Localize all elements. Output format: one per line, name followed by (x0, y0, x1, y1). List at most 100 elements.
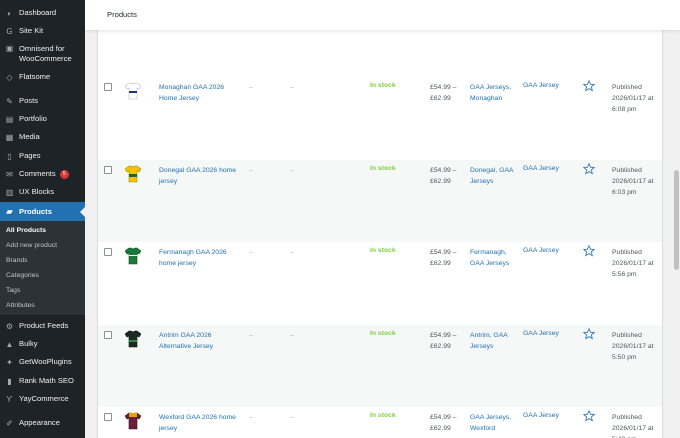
plugins-icon: ✦ (6, 357, 13, 367)
page-header: Products (85, 0, 680, 30)
sidebar-item-label: GetWooPlugins (19, 357, 72, 366)
sidebar-item-products[interactable]: ▰ Products (0, 202, 85, 221)
products-table: Monaghan GAA 2026 Home Jersey – – In sto… (97, 30, 663, 438)
price-cell: £54.99 – £62.99 (430, 249, 457, 267)
table-row: Antrim GAA 2026 Alternative Jersey – – I… (98, 325, 662, 407)
sidebar-item-flatsome[interactable]: ◇ Flatsome (0, 72, 85, 82)
table-row: Donegal GAA 2026 home jersey – – In stoc… (98, 160, 662, 242)
sidebar-item-label: Portfolio (19, 114, 47, 123)
stock-status: In stock (370, 247, 396, 254)
featured-star-icon[interactable] (583, 163, 595, 175)
sidebar-item-media[interactable]: ▦ Media (0, 132, 85, 142)
published-date: Published 2026/01/17 at 5:42 pm (612, 414, 654, 438)
sidebar-item-ux-blocks[interactable]: ▥ UX Blocks (0, 187, 85, 197)
submenu-categories[interactable]: Categories (6, 272, 39, 279)
price-cell: £54.99 – £62.99 (430, 84, 457, 102)
jersey-thumbnail-icon[interactable] (125, 412, 141, 430)
published-date: Published 2026/01/17 at 5:56 pm (612, 249, 654, 278)
row-checkbox[interactable] (104, 248, 112, 256)
categories-links[interactable]: GAA Jerseys, Monaghan (470, 82, 518, 104)
product-name-link[interactable]: Monaghan GAA 2026 Home Jersey (159, 82, 239, 104)
table-row: Wexford GAA 2026 home jersey – – In stoc… (98, 407, 662, 438)
sidebar-item-comments[interactable]: ✉ Comments 5 (0, 169, 85, 179)
categories-links[interactable]: Fermanagh, GAA Jerseys (470, 247, 518, 269)
page-scrollbar[interactable] (673, 30, 680, 438)
scrollbar-thumb[interactable] (674, 170, 679, 270)
submenu-attributes[interactable]: Attributes (6, 302, 35, 309)
categories-links[interactable]: Donegal, GAA Jerseys (470, 165, 518, 187)
yay-icon: ϒ (6, 394, 13, 404)
tags-link[interactable]: GAA Jersey (523, 247, 559, 254)
sku-cell: – (249, 84, 253, 91)
published-date: Published 2026/01/17 at 6:08 pm (612, 84, 654, 113)
featured-star-icon[interactable] (583, 80, 595, 92)
sidebar-item-appearance[interactable]: ✐ Appearance (0, 418, 85, 428)
sidebar-item-pages[interactable]: ▯ Pages (0, 151, 85, 161)
sidebar-item-rank-math[interactable]: ▮ Rank Math SEO (0, 376, 85, 386)
sidebar-item-label: UX Blocks (19, 187, 55, 196)
sidebar-item-posts[interactable]: ✎ Posts (0, 96, 85, 106)
sidebar-item-yaycommerce[interactable]: ϒ YayCommerce (0, 394, 85, 404)
table-row: Fermanagh GAA 2026 home jersey – – In st… (98, 242, 662, 325)
row-checkbox[interactable] (104, 413, 112, 421)
sidebar-item-getwooplugins[interactable]: ✦ GetWooPlugins (0, 357, 85, 367)
product-name-link[interactable]: Fermanagh GAA 2026 home jersey (159, 247, 239, 269)
submenu-tags[interactable]: Tags (6, 287, 20, 294)
product-name-link[interactable]: Donegal GAA 2026 home jersey (159, 165, 239, 187)
sidebar-item-omnisend[interactable]: ▣ Omnisend for WooCommerce (0, 44, 85, 64)
portfolio-icon: ▤ (5, 114, 14, 124)
jersey-thumbnail-icon[interactable] (125, 247, 141, 265)
weight-cell: – (290, 332, 294, 339)
product-name-link[interactable]: Wexford GAA 2026 home jersey (159, 412, 239, 434)
sidebar-item-label: Product Feeds (19, 321, 69, 330)
sidebar-item-dashboard[interactable]: ◐ Dashboard (0, 8, 85, 18)
comments-count-badge: 5 (59, 169, 69, 179)
sidebar-item-label: Dashboard (19, 8, 57, 17)
blocks-icon: ▥ (5, 187, 14, 197)
comments-icon: ✉ (6, 169, 13, 179)
rankmath-icon: ▮ (7, 376, 12, 386)
table-row: Monaghan GAA 2026 Home Jersey – – In sto… (98, 77, 662, 160)
stock-status: In stock (370, 412, 396, 419)
tags-link[interactable]: GAA Jersey (523, 412, 559, 419)
stock-status: In stock (370, 330, 396, 337)
categories-links[interactable]: GAA Jerseys, Wexford (470, 412, 518, 434)
jersey-thumbnail-icon[interactable] (125, 330, 141, 348)
stock-status: In stock (370, 82, 396, 89)
bulky-icon: ▲ (5, 339, 14, 349)
tags-link[interactable]: GAA Jersey (523, 82, 559, 89)
tags-link[interactable]: GAA Jersey (523, 330, 559, 337)
jersey-thumbnail-icon[interactable] (125, 165, 141, 183)
featured-star-icon[interactable] (583, 410, 595, 422)
submenu-all-products[interactable]: All Products (6, 227, 46, 234)
featured-star-icon[interactable] (583, 245, 595, 257)
weight-cell: – (290, 167, 294, 174)
sidebar-item-product-feeds[interactable]: ⚙ Product Feeds (0, 321, 85, 331)
sku-cell: – (249, 249, 253, 256)
product-name-link[interactable]: Antrim GAA 2026 Alternative Jersey (159, 330, 239, 352)
sidebar-item-label: YayCommerce (19, 394, 69, 403)
sidebar-item-portfolio[interactable]: ▤ Portfolio (0, 114, 85, 124)
products-icon: ▰ (6, 207, 13, 216)
sku-cell: – (249, 167, 253, 174)
tags-link[interactable]: GAA Jersey (523, 165, 559, 172)
row-checkbox[interactable] (104, 83, 112, 91)
submenu-brands[interactable]: Brands (6, 257, 28, 264)
sidebar-item-label: Bulky (19, 339, 38, 348)
appearance-icon: ✐ (6, 418, 13, 428)
pin-icon: ✎ (6, 96, 13, 106)
products-submenu: All Products Add new product Brands Cate… (0, 221, 85, 315)
featured-star-icon[interactable] (583, 328, 595, 340)
categories-links[interactable]: Antrim, GAA Jerseys (470, 330, 518, 352)
admin-sidebar: ◐ Dashboard G Site Kit ▣ Omnisend for Wo… (0, 0, 85, 438)
published-date: Published 2026/01/17 at 6:03 pm (612, 167, 654, 196)
sidebar-item-site-kit[interactable]: G Site Kit (0, 26, 85, 36)
sidebar-item-bulky[interactable]: ▲ Bulky (0, 339, 85, 349)
row-checkbox[interactable] (104, 331, 112, 339)
sidebar-item-label: Products (19, 206, 52, 216)
row-checkbox[interactable] (104, 166, 112, 174)
sidebar-item-label: Posts (19, 96, 38, 105)
jersey-thumbnail-icon[interactable] (125, 82, 141, 100)
submenu-add-new-product[interactable]: Add new product (6, 242, 57, 249)
dashboard-icon: ◐ (7, 8, 12, 18)
